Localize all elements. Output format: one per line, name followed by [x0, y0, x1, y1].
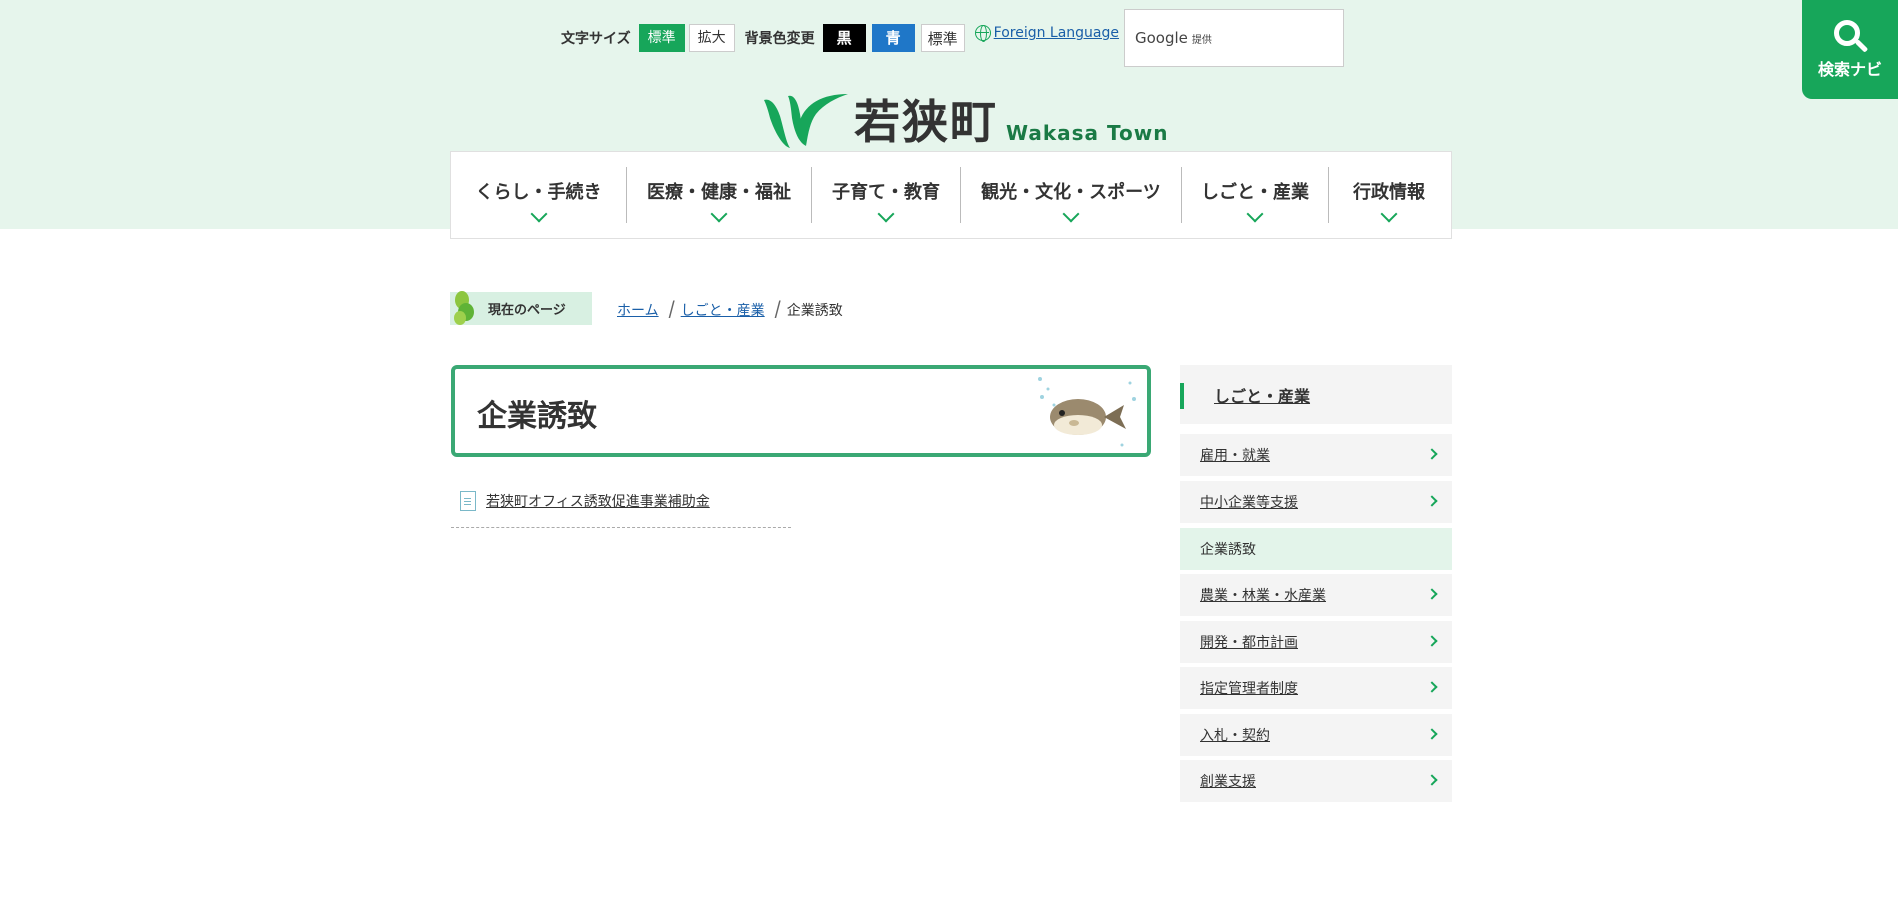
- bg-color-label: 背景色変更: [744, 31, 815, 47]
- bg-standard-button[interactable]: 標準: [920, 24, 965, 52]
- leaf-icon: [454, 291, 474, 325]
- search-icon: [1834, 19, 1860, 46]
- search-navi-button[interactable]: 検索ナビ: [1802, 0, 1898, 99]
- breadcrumb-parent-link[interactable]: しごと・産業: [681, 300, 765, 320]
- gnav-label: 子育て・教育: [832, 182, 940, 203]
- gnav-item-living[interactable]: くらし・手続き: [451, 167, 627, 223]
- foreign-language-link[interactable]: Foreign Language: [974, 25, 1120, 42]
- chevron-right-icon: [1426, 681, 1438, 693]
- side-nav-heading: しごと・産業: [1180, 365, 1452, 424]
- side-item-label: 開発・都市計画: [1200, 635, 1298, 651]
- search-navi-label: 検索ナビ: [1817, 59, 1882, 79]
- chevron-right-icon: [1426, 588, 1438, 600]
- foreign-language-label: Foreign Language: [993, 25, 1120, 41]
- gnav-item-health[interactable]: 医療・健康・福祉: [627, 167, 812, 223]
- global-nav: くらし・手続き 医療・健康・福祉 子育て・教育 観光・文化・スポーツ しごと・産…: [450, 151, 1452, 239]
- bg-blue-button[interactable]: 青: [871, 24, 915, 52]
- side-item-label: 指定管理者制度: [1200, 681, 1298, 697]
- side-item-startup-support[interactable]: 創業支援: [1180, 760, 1452, 802]
- chevron-right-icon: [1426, 495, 1438, 507]
- side-item-urban-planning[interactable]: 開発・都市計画: [1180, 621, 1452, 663]
- breadcrumb-home-link[interactable]: ホーム: [617, 300, 659, 320]
- page-title: 企業誘致: [477, 399, 597, 434]
- side-item-label: 企業誘致: [1200, 542, 1256, 558]
- breadcrumb-separator: /: [774, 296, 781, 323]
- office-subsidy-link[interactable]: 若狭町オフィス誘致促進事業補助金: [486, 491, 710, 511]
- town-emblem-icon: [764, 94, 848, 148]
- chevron-right-icon: [1426, 728, 1438, 740]
- divider: [451, 527, 791, 528]
- chevron-down-icon: [1062, 205, 1080, 223]
- page-title-box: 企業誘致: [451, 365, 1151, 457]
- chevron-down-icon: [877, 205, 895, 223]
- side-item-sme-support[interactable]: 中小企業等支援: [1180, 481, 1452, 523]
- font-size-label: 文字サイズ: [561, 31, 631, 47]
- side-item-label: 雇用・就業: [1200, 448, 1270, 464]
- gnav-item-admin[interactable]: 行政情報: [1329, 167, 1449, 223]
- chevron-down-icon: [710, 205, 728, 223]
- utility-bar: 文字サイズ 標準 拡大 背景色変更 黒 青 標準 Foreign Languag…: [561, 24, 1119, 52]
- google-label: Google: [1135, 29, 1188, 47]
- side-item-bidding[interactable]: 入札・契約: [1180, 714, 1452, 756]
- chevron-right-icon: [1426, 635, 1438, 647]
- gnav-item-work[interactable]: しごと・産業: [1182, 167, 1329, 223]
- side-item-corporate-attraction[interactable]: 企業誘致: [1180, 528, 1452, 570]
- gnav-label: 行政情報: [1353, 182, 1425, 203]
- site-search-input[interactable]: Google 提供: [1124, 9, 1344, 67]
- chevron-right-icon: [1426, 448, 1438, 460]
- side-item-agriculture[interactable]: 農業・林業・水産業: [1180, 574, 1452, 616]
- logo-english-name: Wakasa Town: [1006, 121, 1169, 145]
- chevron-right-icon: [1426, 774, 1438, 786]
- gnav-label: 医療・健康・福祉: [647, 182, 791, 203]
- gnav-label: 観光・文化・スポーツ: [981, 182, 1161, 203]
- document-icon: [460, 491, 476, 511]
- breadcrumb-current: 企業誘致: [786, 302, 843, 319]
- site-logo[interactable]: 若狭町 Wakasa Town: [760, 90, 1168, 150]
- side-item-label: 創業支援: [1200, 774, 1256, 790]
- side-item-designated-manager[interactable]: 指定管理者制度: [1180, 667, 1452, 709]
- gnav-label: くらし・手続き: [475, 182, 602, 203]
- gnav-item-tourism[interactable]: 観光・文化・スポーツ: [961, 167, 1182, 223]
- heading-accent-bar: [1180, 383, 1184, 409]
- chevron-down-icon: [1246, 205, 1264, 223]
- chevron-down-icon: [530, 205, 547, 223]
- side-item-label: 農業・林業・水産業: [1200, 588, 1326, 604]
- chevron-down-icon: [1380, 205, 1398, 223]
- pufferfish-icon: [1038, 377, 1136, 447]
- breadcrumb-separator: /: [668, 296, 675, 323]
- side-item-label: 中小企業等支援: [1200, 495, 1298, 511]
- document-link-item: 若狭町オフィス誘致促進事業補助金: [460, 491, 710, 511]
- breadcrumb: ホーム / しごと・産業 / 企業誘致: [617, 296, 843, 323]
- globe-icon: [974, 25, 991, 42]
- font-size-standard-button[interactable]: 標準: [638, 24, 685, 52]
- bg-black-button[interactable]: 黒: [822, 24, 866, 52]
- side-nav-heading-link[interactable]: しごと・産業: [1214, 383, 1310, 407]
- gnav-label: しごと・産業: [1201, 182, 1309, 203]
- side-item-employment[interactable]: 雇用・就業: [1180, 434, 1452, 476]
- font-size-large-button[interactable]: 拡大: [688, 24, 735, 52]
- gnav-item-childcare[interactable]: 子育て・教育: [812, 167, 961, 223]
- logo-town-name: 若狭町: [854, 95, 998, 149]
- side-item-label: 入札・契約: [1200, 728, 1270, 744]
- google-provided-label: 提供: [1191, 34, 1212, 46]
